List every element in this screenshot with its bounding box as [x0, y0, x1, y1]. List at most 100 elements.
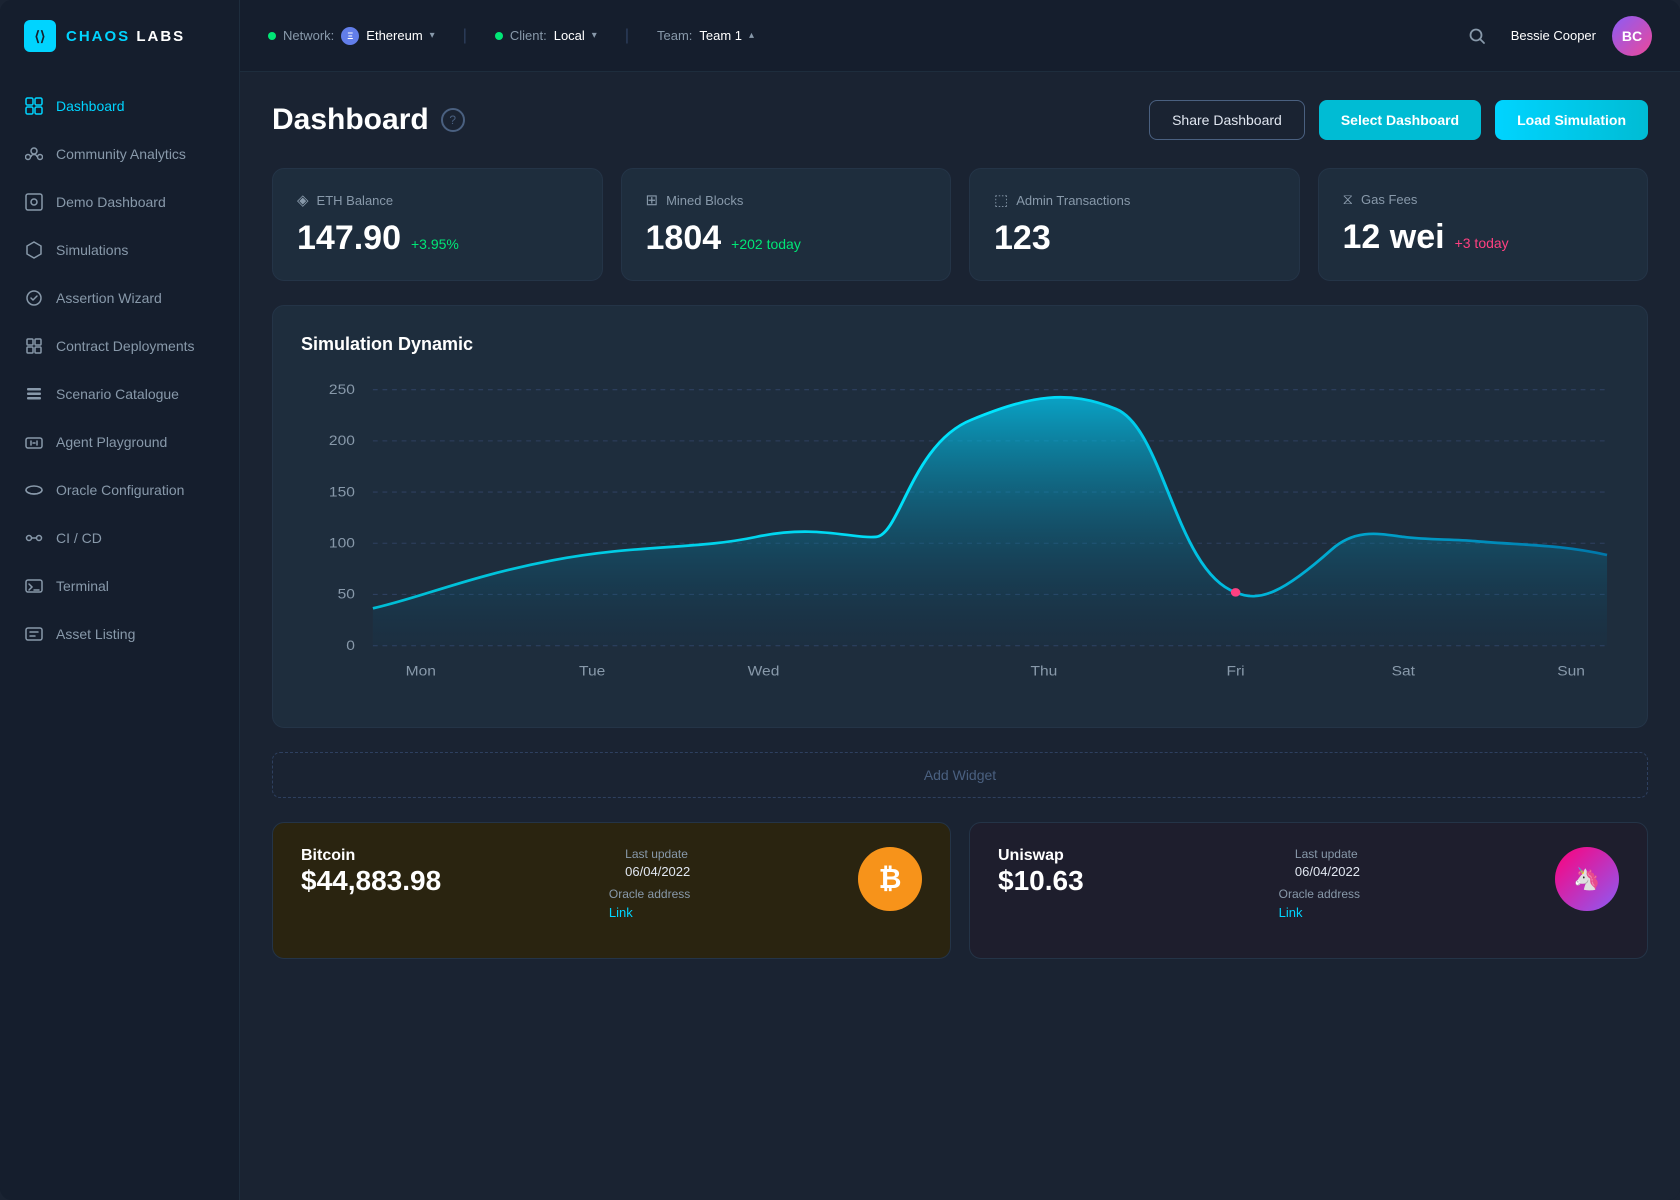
stat-label-admin: ⬚ Admin Transactions [994, 191, 1275, 209]
network-selector[interactable]: Network: Ξ Ethereum ▾ [268, 27, 435, 45]
separator2: | [625, 27, 629, 45]
bitcoin-oracle-link[interactable]: Link [609, 905, 633, 920]
svg-text:200: 200 [329, 434, 355, 449]
sidebar-item-contract-deployments[interactable]: Contract Deployments [0, 322, 239, 370]
logo-area: ⟨⟩ CHAOS LABS [0, 0, 239, 72]
page-title: Dashboard [272, 103, 429, 137]
asset-listing-icon [24, 624, 44, 644]
select-dashboard-button[interactable]: Select Dashboard [1319, 100, 1481, 140]
stat-label-eth: ◈ ETH Balance [297, 191, 578, 209]
svg-text:Thu: Thu [1030, 664, 1057, 679]
svg-text:50: 50 [338, 587, 355, 602]
agent-playground-icon [24, 432, 44, 452]
asset-card-bitcoin: Bitcoin $44,883.98 Last update 06/04/202… [272, 822, 951, 959]
chart-area: 250 200 150 100 50 0 Mon Tue [301, 379, 1619, 699]
sidebar-item-asset-listing[interactable]: Asset Listing [0, 610, 239, 658]
topbar-left: Network: Ξ Ethereum ▾ | Client: Local ▾ … [268, 27, 754, 45]
svg-text:Fri: Fri [1227, 664, 1245, 679]
oracle-configuration-icon [24, 480, 44, 500]
sidebar: ⟨⟩ CHAOS LABS Dashboard [0, 0, 240, 1200]
cicd-icon [24, 528, 44, 548]
svg-text:Mon: Mon [406, 664, 436, 679]
bitcoin-icon: ₿ [858, 847, 922, 911]
svg-text:150: 150 [329, 485, 355, 500]
team-chevron-icon: ▴ [749, 30, 754, 41]
sidebar-item-label: Simulations [56, 242, 128, 258]
network-value: Ethereum [366, 28, 422, 43]
blocks-stat-icon: ⊞ [646, 191, 659, 209]
dashboard-icon [24, 96, 44, 116]
sidebar-item-label: Contract Deployments [56, 338, 195, 354]
bitcoin-name: Bitcoin [301, 847, 441, 865]
sidebar-item-oracle-configuration[interactable]: Oracle Configuration [0, 466, 239, 514]
share-dashboard-button[interactable]: Share Dashboard [1149, 100, 1305, 140]
stat-card-admin-transactions: ⬚ Admin Transactions 123 [969, 168, 1300, 281]
sidebar-item-label: Oracle Configuration [56, 482, 184, 498]
nav-menu: Dashboard Community Analytics [0, 72, 239, 1200]
bottom-cards: Bitcoin $44,883.98 Last update 06/04/202… [272, 822, 1648, 959]
sidebar-item-dashboard[interactable]: Dashboard [0, 82, 239, 130]
uniswap-info: Uniswap $10.63 [998, 847, 1084, 897]
add-widget-bar[interactable]: Add Widget [272, 752, 1648, 798]
stat-label-blocks: ⊞ Mined Blocks [646, 191, 927, 209]
uniswap-oracle-link[interactable]: Link [1279, 905, 1303, 920]
community-analytics-icon [24, 144, 44, 164]
bitcoin-oracle-block: Oracle address Link [609, 887, 690, 922]
client-selector[interactable]: Client: Local ▾ [495, 28, 597, 43]
sidebar-item-label: Assertion Wizard [56, 290, 162, 306]
uniswap-meta: Last update 06/04/2022 Oracle address Li… [1279, 847, 1360, 922]
sidebar-item-scenario-catalogue[interactable]: Scenario Catalogue [0, 370, 239, 418]
stat-card-gas-fees: ⧖ Gas Fees 12 wei +3 today [1318, 168, 1649, 281]
stat-change-blocks: +202 today [731, 236, 801, 252]
sidebar-item-label: Asset Listing [56, 626, 135, 642]
uniswap-oracle-block: Oracle address Link [1279, 887, 1360, 922]
user-name: Bessie Cooper [1511, 28, 1596, 43]
client-chevron-icon: ▾ [592, 30, 597, 41]
sidebar-item-assertion-wizard[interactable]: Assertion Wizard [0, 274, 239, 322]
load-simulation-button[interactable]: Load Simulation [1495, 100, 1648, 140]
sidebar-item-label: Community Analytics [56, 146, 186, 162]
stat-change-eth: +3.95% [411, 236, 459, 252]
eth-icon: Ξ [341, 27, 359, 45]
eth-stat-icon: ◈ [297, 191, 309, 209]
sidebar-item-agent-playground[interactable]: Agent Playground [0, 418, 239, 466]
page-title-area: Dashboard ? [272, 103, 465, 137]
sidebar-item-cicd[interactable]: CI / CD [0, 514, 239, 562]
page-header: Dashboard ? Share Dashboard Select Dashb… [272, 100, 1648, 140]
logo-text: CHAOS LABS [66, 28, 185, 45]
stat-value-gas: 12 wei [1343, 218, 1445, 257]
sidebar-item-demo-dashboard[interactable]: Demo Dashboard [0, 178, 239, 226]
svg-text:100: 100 [329, 536, 355, 551]
bitcoin-meta: Last update 06/04/2022 Oracle address Li… [609, 847, 690, 922]
stat-card-mined-blocks: ⊞ Mined Blocks 1804 +202 today [621, 168, 952, 281]
sidebar-item-label: Demo Dashboard [56, 194, 166, 210]
user-avatar[interactable]: BC [1612, 16, 1652, 56]
chart-title: Simulation Dynamic [301, 334, 1619, 355]
demo-dashboard-icon [24, 192, 44, 212]
terminal-icon [24, 576, 44, 596]
bitcoin-info: Bitcoin $44,883.98 [301, 847, 441, 897]
svg-text:Sun: Sun [1557, 664, 1585, 679]
info-icon[interactable]: ? [441, 108, 465, 132]
sidebar-item-label: Agent Playground [56, 434, 167, 450]
team-label: Team: [657, 28, 692, 43]
uniswap-update-value: 06/04/2022 [1295, 864, 1360, 879]
stat-change-gas: +3 today [1455, 235, 1509, 251]
simulations-icon [24, 240, 44, 260]
bitcoin-update-label: Last update [625, 847, 690, 861]
stat-value-admin: 123 [994, 219, 1051, 258]
bitcoin-card-header: Bitcoin $44,883.98 Last update 06/04/202… [301, 847, 922, 922]
sidebar-item-simulations[interactable]: Simulations [0, 226, 239, 274]
asset-card-uniswap: Uniswap $10.63 Last update 06/04/2022 Or… [969, 822, 1648, 959]
main-content: Network: Ξ Ethereum ▾ | Client: Local ▾ … [240, 0, 1680, 1200]
team-selector[interactable]: Team: Team 1 ▴ [657, 28, 754, 43]
stat-value-eth: 147.90 [297, 219, 401, 258]
svg-text:Sat: Sat [1392, 664, 1415, 679]
stat-value-row-admin: 123 [994, 219, 1275, 258]
sidebar-item-community-analytics[interactable]: Community Analytics [0, 130, 239, 178]
search-button[interactable] [1459, 18, 1495, 54]
content-area: Dashboard ? Share Dashboard Select Dashb… [240, 72, 1680, 1200]
sidebar-item-terminal[interactable]: Terminal [0, 562, 239, 610]
scenario-catalogue-icon [24, 384, 44, 404]
uniswap-card-header: Uniswap $10.63 Last update 06/04/2022 Or… [998, 847, 1619, 922]
